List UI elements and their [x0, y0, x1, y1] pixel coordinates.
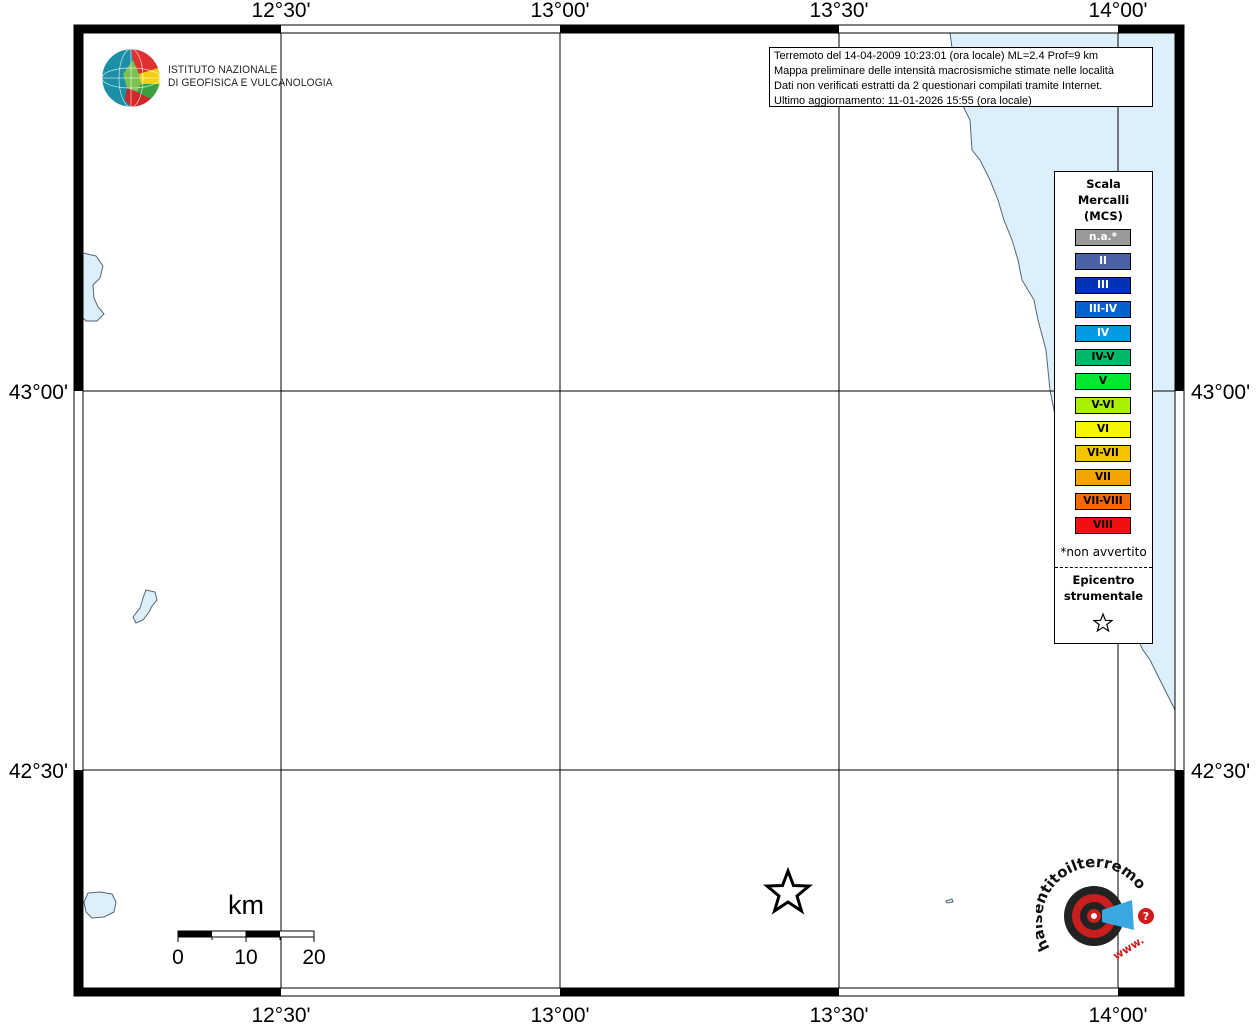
lat-label-right-4300: 43°00' [1191, 381, 1250, 404]
legend-divider [1055, 567, 1152, 568]
earthquake-info-box: Terremoto del 14-04-2009 10:23:01 (ora l… [769, 47, 1153, 107]
ingv-globe-icon [101, 48, 161, 108]
legend-star-icon [1092, 612, 1114, 633]
legend-note: *non avvertito [1060, 545, 1147, 559]
legend-title-line2: Mercalli [1077, 193, 1130, 207]
legend-swatch-1: II [1075, 253, 1131, 270]
legend-swatch-list: n.a.* II III III-IV IV IV-V V V-VI VI VI-VII VII VI… [1075, 229, 1131, 541]
scale-unit-label: km [228, 890, 264, 920]
lon-label-top-1400: 14°00' [1088, 0, 1147, 22]
lat-label-left-4230: 42°30' [9, 760, 68, 783]
lon-label-bottom-1400: 14°00' [1088, 1004, 1147, 1024]
info-line-data: Dati non verificati estratti da 2 questi… [774, 80, 1103, 92]
scale-tick-20: 20 [302, 946, 325, 969]
info-line-update: Ultimo aggiornamento: 11-01-2026 15:55 (… [774, 95, 1032, 107]
legend-title: Scala Mercalli (MCS) [1055, 176, 1152, 224]
ingv-logo-text: ISTITUTO NAZIONALE DI GEOFISICA E VULCAN… [168, 64, 333, 90]
lon-label-bottom-1230: 12°30' [251, 1004, 310, 1024]
lon-label-top-1300: 13°00' [530, 0, 589, 22]
legend-swatch-12: VIII [1075, 517, 1131, 534]
lon-label-top-1330: 13°30' [809, 0, 868, 22]
lat-label-right-4230: 42°30' [1191, 760, 1250, 783]
ingv-logo-line1: ISTITUTO NAZIONALE [168, 64, 278, 76]
scale-tick-10: 10 [234, 946, 257, 969]
haisentito-www: www. [1111, 934, 1147, 963]
lat-label-left-4300: 43°00' [9, 381, 68, 404]
legend-epicenter-line1: Epicentro [1072, 573, 1135, 587]
legend-swatch-11: VII-VIII [1075, 493, 1131, 510]
lon-label-bottom-1330: 13°30' [809, 1004, 868, 1024]
haisentito-logo[interactable]: haisentitoilterremoto.it ? www. [1036, 856, 1160, 974]
legend-swatch-9: VI-VII [1075, 445, 1131, 462]
svg-text:?: ? [1143, 910, 1149, 923]
legend-swatch-0: n.a.* [1075, 229, 1131, 246]
legend-title-line1: Scala [1086, 177, 1121, 191]
legend-swatch-4: IV [1075, 325, 1131, 342]
legend-swatch-5: IV-V [1075, 349, 1131, 366]
legend-epicenter-line2: strumentale [1063, 589, 1144, 603]
lon-label-bottom-1300: 13°00' [530, 1004, 589, 1024]
legend-swatch-2: III [1075, 277, 1131, 294]
legend-swatch-8: VI [1075, 421, 1131, 438]
lon-label-top-1230: 12°30' [251, 0, 310, 22]
legend-title-line3: (MCS) [1084, 209, 1123, 223]
ingv-logo-line2: DI GEOFISICA E VULCANOLOGIA [168, 77, 333, 89]
mcs-legend: Scala Mercalli (MCS) n.a.* II III III-IV IV I… [1054, 171, 1153, 644]
legend-swatch-7: V-VI [1075, 397, 1131, 414]
info-line-event: Terremoto del 14-04-2009 10:23:01 (ora l… [774, 50, 1099, 62]
scale-tick-0: 0 [172, 946, 184, 969]
info-line-map: Mappa preliminare delle intensità macros… [774, 65, 1114, 77]
legend-swatch-10: VII [1075, 469, 1131, 486]
legend-epicenter-label: Epicentro strumentale [1055, 572, 1152, 604]
legend-swatch-3: III-IV [1075, 301, 1131, 318]
haisentito-target-icon [1064, 886, 1134, 946]
legend-swatch-6: V [1075, 373, 1131, 390]
